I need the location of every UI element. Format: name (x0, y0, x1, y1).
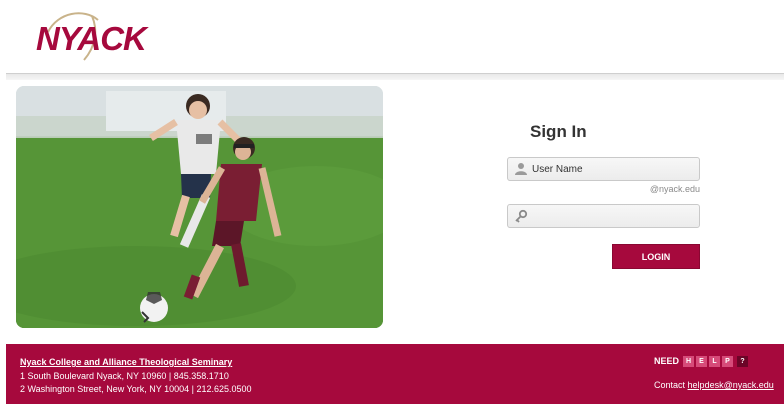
logo-text: NYACK (36, 20, 147, 57)
username-input[interactable] (532, 160, 692, 178)
need-help-badge[interactable]: NEED H E L P ? (654, 354, 749, 368)
user-icon (515, 163, 527, 175)
help-question-icon: ? (737, 355, 749, 367)
soccer-players-image (16, 86, 383, 328)
domain-hint: @nyack.edu (649, 184, 700, 194)
header: NYACK (0, 0, 784, 80)
contact-line: Contact helpdesk@nyack.edu (654, 380, 774, 390)
hero-photo (16, 86, 383, 328)
key-icon (515, 209, 528, 223)
need-label: NEED (654, 356, 680, 366)
contact-label: Contact (654, 380, 686, 390)
password-input[interactable] (532, 207, 692, 225)
login-button[interactable]: LOGIN (612, 244, 700, 269)
address-nyc: 2 Washington Street, New York, NY 10004 … (20, 384, 252, 394)
help-letter-h: H (683, 355, 695, 367)
college-name-link[interactable]: Nyack College and Alliance Theological S… (20, 357, 232, 367)
footer: Nyack College and Alliance Theological S… (6, 344, 784, 404)
nyack-logo[interactable]: NYACK (36, 10, 166, 62)
address-nyack: 1 South Boulevard Nyack, NY 10960 | 845.… (20, 371, 229, 381)
helpdesk-email-link[interactable]: helpdesk@nyack.edu (688, 380, 774, 390)
password-field[interactable] (507, 204, 700, 228)
help-letter-p: P (722, 355, 734, 367)
help-letter-e: E (696, 355, 708, 367)
help-letter-l: L (709, 355, 721, 367)
header-divider (6, 73, 784, 80)
username-field[interactable] (507, 157, 700, 181)
login-page: NYACK Sign In User Name @nyack.edu LOGIN… (0, 0, 784, 404)
signin-title: Sign In (530, 122, 587, 141)
